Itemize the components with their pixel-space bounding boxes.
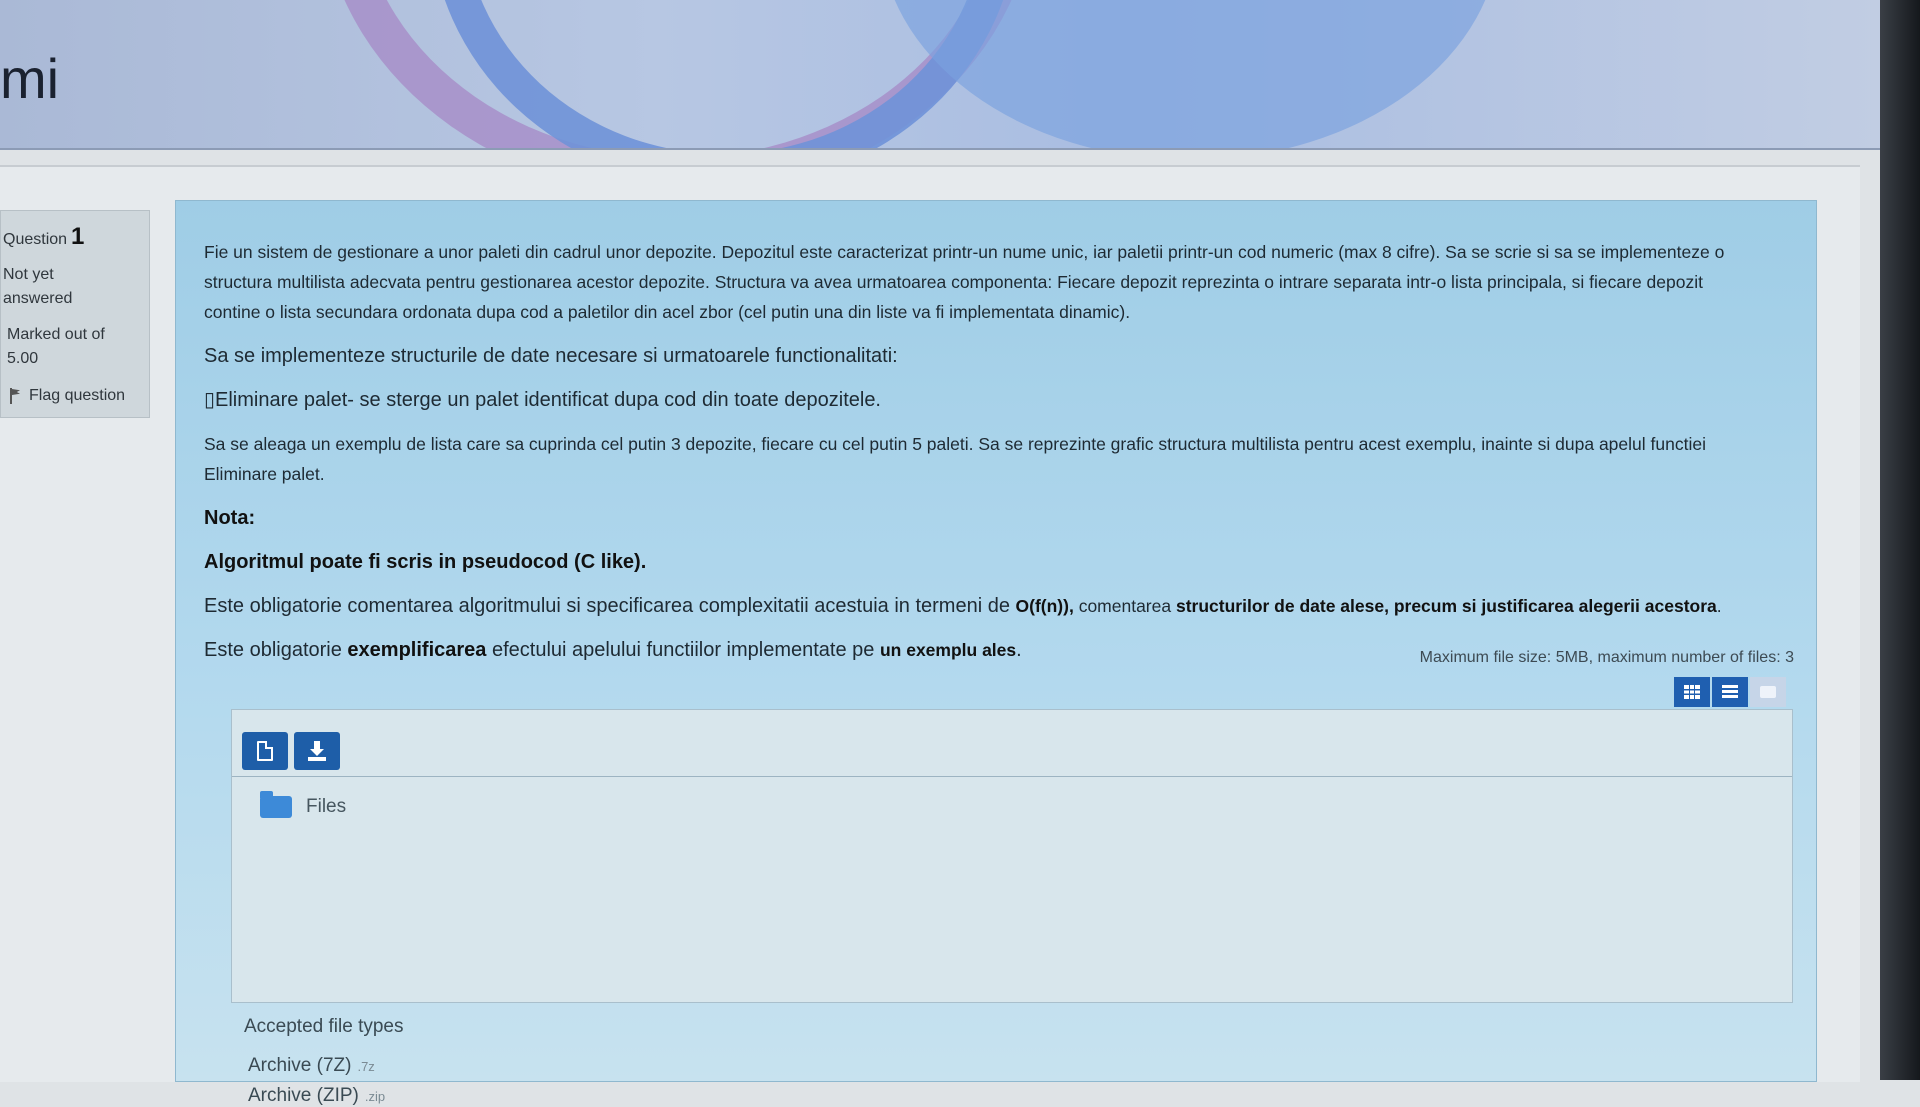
text-span: efectului apelului functiilor implementa… (486, 639, 880, 661)
view-icons-button[interactable] (1674, 677, 1710, 707)
question-paragraph: Sa se implementeze structurile de date n… (204, 345, 898, 367)
download-all-button[interactable] (294, 732, 340, 770)
question-paragraph: Fie un sistem de gestionare a unor palet… (204, 242, 1725, 322)
file-manager-toolbar (232, 710, 1792, 777)
question-content: Fie un sistem de gestionare a unor palet… (175, 200, 1817, 1106)
banner-decoration (880, 0, 1500, 148)
folder-icon (260, 791, 292, 818)
view-switcher (1674, 677, 1786, 707)
nota-label: Nota: (204, 507, 256, 529)
folder-icon (1760, 686, 1776, 698)
file-type-item: Archive (7Z) .7z (248, 1055, 375, 1077)
text-bold: O(f(n)), (1015, 596, 1074, 616)
question-paragraph-text: Eliminare palet- se sterge un palet iden… (215, 389, 881, 411)
add-file-icon (257, 741, 273, 761)
screen-bezel (1880, 0, 1920, 1080)
text-span: Este obligatorie comentarea algoritmului… (204, 595, 1016, 617)
download-icon (308, 741, 326, 761)
file-type-ext: .7z (357, 1059, 375, 1074)
text-span: Este obligatorie (204, 639, 348, 661)
question-number-value: 1 (71, 223, 85, 250)
text-span: comentarea (1073, 596, 1176, 616)
text-span: . (1016, 639, 1022, 661)
file-type-ext: .zip (364, 1089, 386, 1104)
file-limits: Maximum file size: 5MB, maximum number o… (1419, 649, 1794, 666)
question-paragraph: Este obligatorie comentarea algoritmului… (204, 591, 1764, 621)
flag-question-label: Flag question (29, 387, 126, 404)
list-icon (1722, 685, 1738, 699)
question-paragraph: ▯Eliminare palet- se sterge un palet ide… (204, 385, 1764, 415)
file-manager: Files (231, 709, 1793, 1003)
text-bold: un exemplu ales (879, 640, 1017, 660)
view-tree-button[interactable] (1750, 677, 1786, 707)
question-paragraph: Sa se aleaga un exemplu de lista care sa… (204, 434, 1706, 484)
question-state: Not yet answered (3, 266, 73, 307)
question-text: Fie un sistem de gestionare a unor palet… (204, 237, 1764, 679)
list-bullet-glyph: ▯ (204, 389, 216, 411)
question-grade: Marked out of 5.00 (7, 326, 105, 367)
file-type-name: Archive (ZIP) (248, 1085, 359, 1106)
accepted-file-types-label: Accepted file types (244, 1016, 404, 1037)
question-label: Question (3, 231, 68, 248)
file-type-item: Archive (ZIP) .zip (248, 1085, 385, 1107)
folder-tree-root[interactable]: Files (260, 791, 347, 818)
text-span: . (1716, 596, 1722, 616)
site-banner: mi (0, 0, 1880, 150)
text-bold: exemplificarea (347, 639, 487, 661)
add-file-button[interactable] (242, 732, 288, 770)
text-bold: structurilor de date alese, precum si ju… (1175, 596, 1717, 616)
algo-note-text: Algoritmul poate fi scris in pseudocod (… (204, 551, 647, 573)
flag-icon (9, 388, 21, 404)
question-info-panel: Question 1 Not yet answered Marked out of… (0, 210, 150, 418)
grid-icon (1684, 685, 1700, 699)
folder-label: Files (306, 796, 347, 817)
file-type-name: Archive (7Z) (248, 1055, 352, 1076)
flag-question-button[interactable]: Flag question (9, 387, 125, 405)
view-details-button[interactable] (1712, 677, 1748, 707)
nota-heading: Nota: (204, 503, 1764, 533)
page-title: mi (0, 47, 60, 110)
algo-note: Algoritmul poate fi scris in pseudocod (… (204, 547, 1764, 577)
question-number: Question 1 (3, 223, 84, 251)
